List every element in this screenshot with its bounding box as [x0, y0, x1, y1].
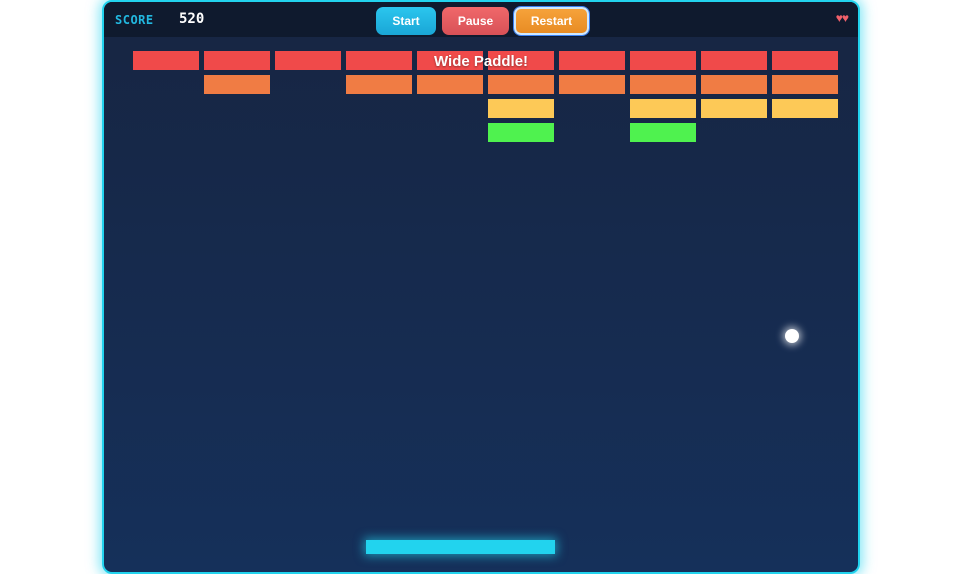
brick — [204, 75, 270, 94]
brick — [488, 99, 554, 118]
brick — [630, 123, 696, 142]
brick — [133, 51, 199, 70]
powerup-message: Wide Paddle! — [434, 53, 529, 70]
brick — [559, 51, 625, 70]
brick — [701, 75, 767, 94]
brick — [701, 51, 767, 70]
brick-field — [104, 2, 858, 572]
brick — [346, 51, 412, 70]
brick — [559, 75, 625, 94]
brick — [275, 51, 341, 70]
brick — [204, 51, 270, 70]
brick — [772, 51, 838, 70]
brick — [488, 123, 554, 142]
brick — [488, 75, 554, 94]
paddle[interactable] — [366, 540, 555, 554]
brick — [630, 75, 696, 94]
brick — [417, 75, 483, 94]
brick — [630, 51, 696, 70]
brick — [701, 99, 767, 118]
game-board[interactable]: SCORE 520 Start Pause Restart ♥♥ Wide Pa… — [102, 0, 860, 574]
brick — [346, 75, 412, 94]
brick — [772, 99, 838, 118]
brick — [630, 99, 696, 118]
brick — [772, 75, 838, 94]
ball — [785, 329, 799, 343]
